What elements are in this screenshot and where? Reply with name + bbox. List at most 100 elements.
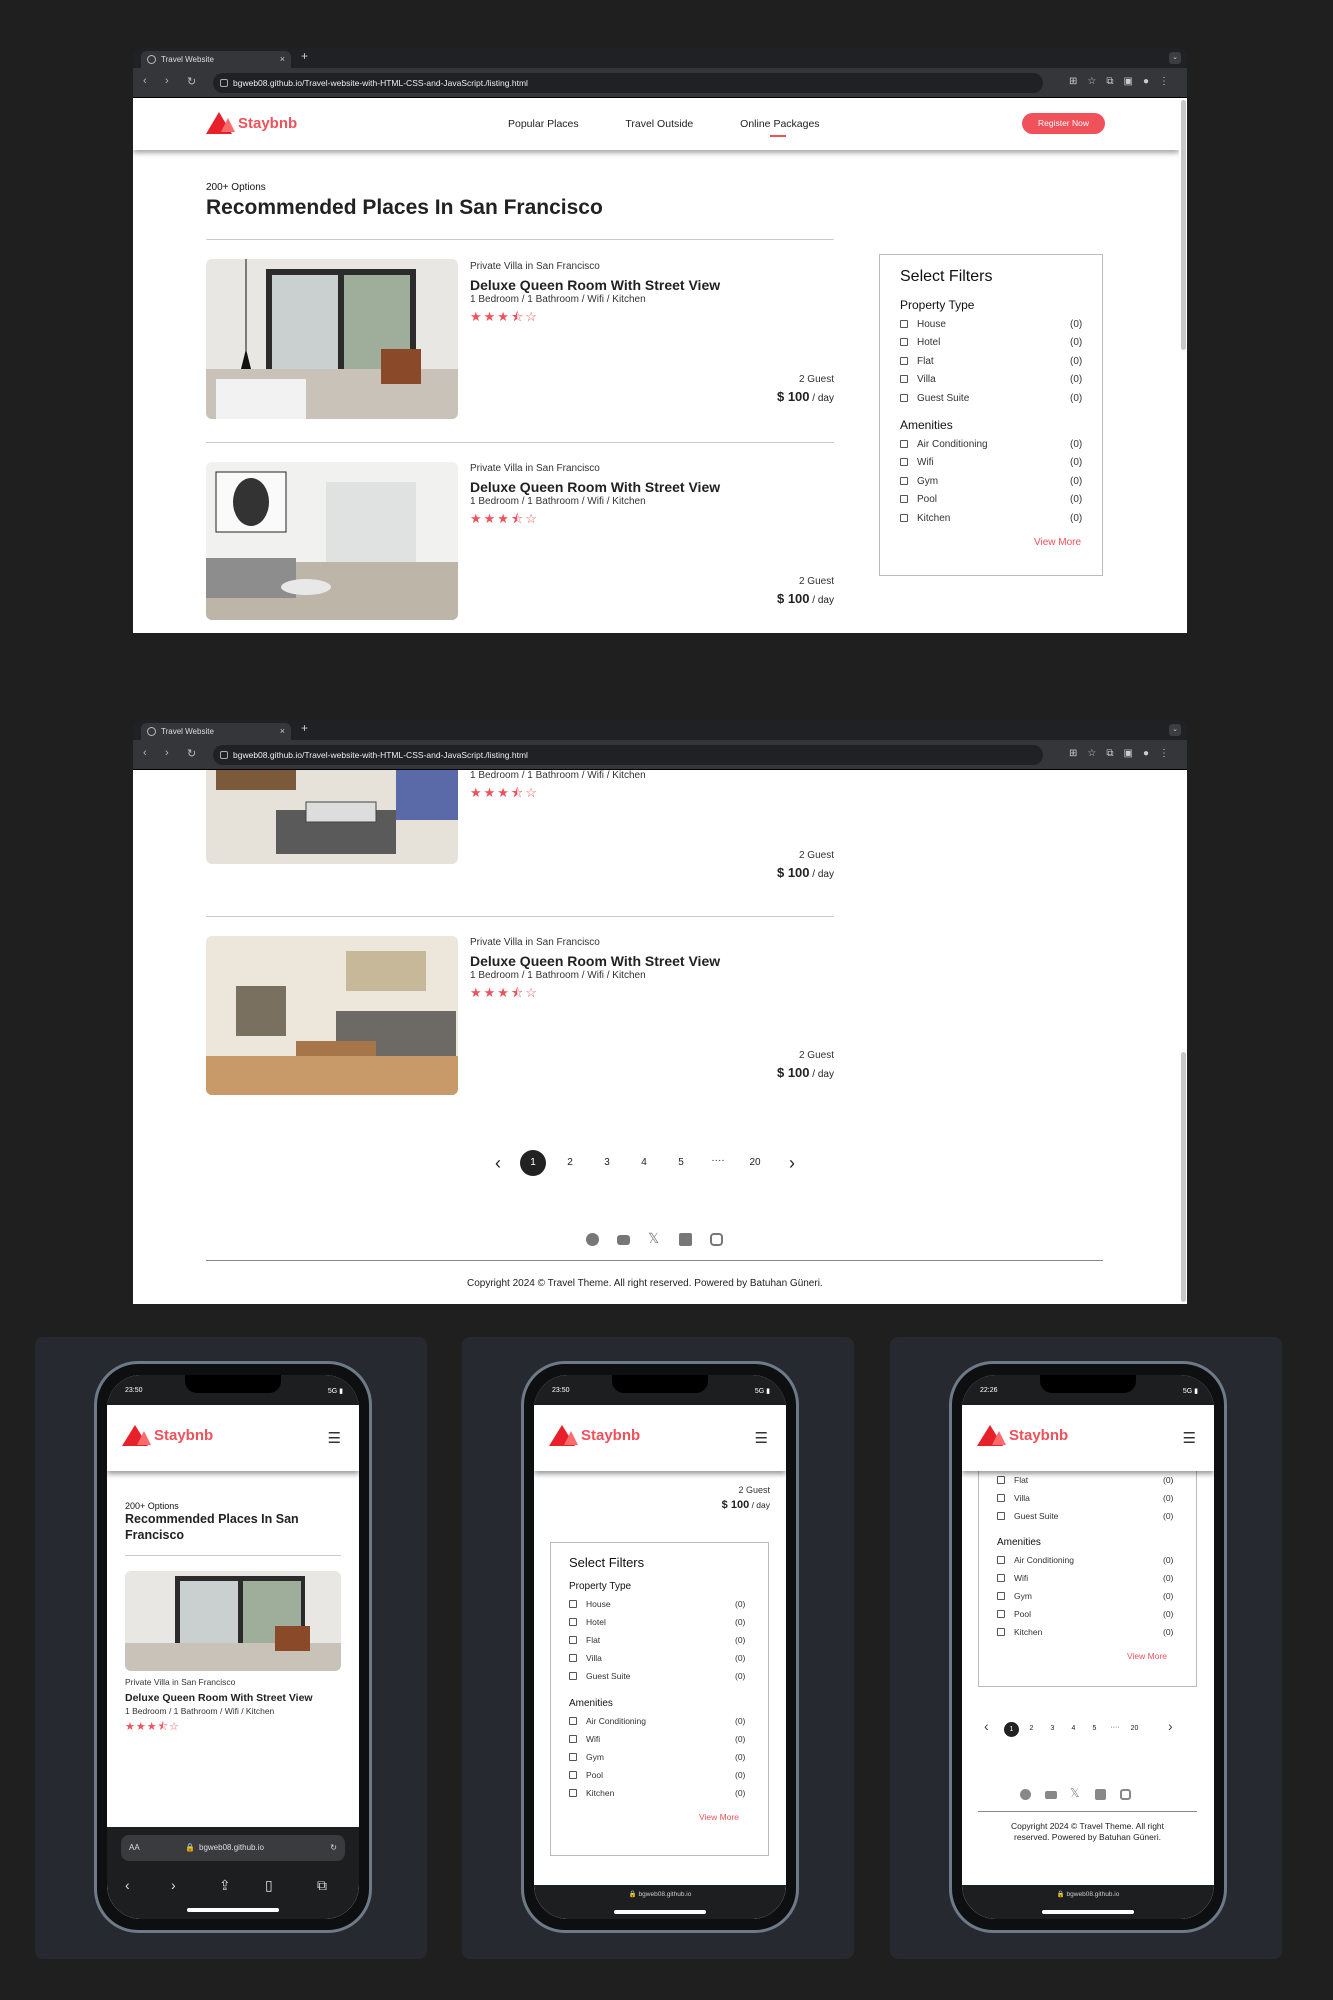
- checkbox[interactable]: [900, 357, 908, 365]
- page-1[interactable]: 1: [1004, 1722, 1019, 1737]
- page-20[interactable]: 20: [742, 1150, 768, 1176]
- filter-wifi[interactable]: Wifi: [569, 1734, 600, 1744]
- checkbox[interactable]: [569, 1600, 577, 1608]
- filter-pool[interactable]: Pool: [997, 1609, 1031, 1619]
- youtube-icon[interactable]: [1045, 1791, 1057, 1799]
- checkbox[interactable]: [569, 1618, 577, 1626]
- listing-title[interactable]: Deluxe Queen Room With Street View: [470, 277, 720, 293]
- filter-wifi[interactable]: Wifi: [997, 1573, 1028, 1583]
- prev-page-icon[interactable]: ‹: [485, 1150, 511, 1176]
- checkbox[interactable]: [900, 320, 908, 328]
- linkedin-icon[interactable]: [679, 1233, 692, 1246]
- logo[interactable]: Staybnb: [549, 1425, 640, 1446]
- reader-aa-button[interactable]: AA: [129, 1835, 140, 1861]
- next-page-icon[interactable]: ›: [779, 1150, 805, 1176]
- forward-button[interactable]: ›: [165, 75, 169, 87]
- safari-domain[interactable]: 🔒 bgweb08.github.io: [629, 1891, 692, 1898]
- share-icon[interactable]: ⇪: [219, 1877, 231, 1894]
- filter-villa[interactable]: Villa: [569, 1653, 602, 1663]
- checkbox[interactable]: [900, 375, 908, 383]
- filter-wifi[interactable]: Wifi: [900, 457, 934, 468]
- view-more-link[interactable]: View More: [699, 1812, 739, 1822]
- view-more-link[interactable]: View More: [1034, 537, 1081, 548]
- filter-air-conditioning[interactable]: Air Conditioning: [900, 439, 988, 450]
- listing-title[interactable]: Deluxe Queen Room With Street View: [470, 953, 720, 969]
- listing-title[interactable]: Deluxe Queen Room With Street View: [125, 1692, 313, 1704]
- checkbox[interactable]: [569, 1789, 577, 1797]
- filter-guest-suite[interactable]: Guest Suite: [900, 393, 969, 404]
- checkbox[interactable]: [997, 1494, 1005, 1502]
- filter-house[interactable]: House: [900, 319, 946, 330]
- checkbox[interactable]: [997, 1610, 1005, 1618]
- filter-hotel[interactable]: Hotel: [569, 1617, 606, 1627]
- listing-image[interactable]: [206, 770, 458, 864]
- page-2[interactable]: 2: [557, 1150, 583, 1176]
- reload-button[interactable]: ↻: [187, 747, 196, 760]
- filter-gym[interactable]: Gym: [997, 1591, 1032, 1601]
- listing-image[interactable]: [206, 462, 458, 620]
- checkbox[interactable]: [569, 1672, 577, 1680]
- checkbox[interactable]: [900, 338, 908, 346]
- filter-air-conditioning[interactable]: Air Conditioning: [997, 1555, 1074, 1565]
- tab-close-icon[interactable]: ×: [280, 51, 285, 68]
- checkbox[interactable]: [569, 1735, 577, 1743]
- page-5[interactable]: 5: [1087, 1725, 1102, 1732]
- x-icon[interactable]: 𝕏: [1070, 1786, 1080, 1800]
- scrollbar-thumb[interactable]: [1181, 1052, 1186, 1302]
- forward-button[interactable]: ›: [165, 747, 169, 759]
- new-tab-button[interactable]: +: [301, 721, 308, 735]
- filter-flat[interactable]: Flat: [997, 1475, 1028, 1485]
- scrollbar[interactable]: [1179, 98, 1187, 633]
- logo[interactable]: Staybnb: [122, 1425, 213, 1446]
- hamburger-menu-icon[interactable]: ☰: [755, 1429, 768, 1447]
- checkbox[interactable]: [997, 1592, 1005, 1600]
- logo[interactable]: Staybnb: [977, 1425, 1068, 1446]
- checkbox[interactable]: [900, 440, 908, 448]
- x-icon[interactable]: 𝕏: [648, 1230, 659, 1247]
- reload-icon[interactable]: ↻: [330, 1835, 337, 1861]
- forward-icon[interactable]: ›: [171, 1877, 176, 1893]
- listing-title[interactable]: Deluxe Queen Room With Street View: [470, 479, 720, 495]
- page-4[interactable]: 4: [1066, 1725, 1081, 1732]
- listing-image[interactable]: [206, 259, 458, 419]
- filter-hotel[interactable]: Hotel: [900, 337, 940, 348]
- tabs-icon[interactable]: ⧉: [317, 1877, 327, 1894]
- toolbar-icons[interactable]: ⊞☆⧉▣●⋮: [1069, 748, 1179, 759]
- back-icon[interactable]: ‹: [125, 1877, 130, 1893]
- filter-villa[interactable]: Villa: [900, 374, 936, 385]
- nav-popular-places[interactable]: Popular Places: [508, 118, 579, 130]
- listing-image[interactable]: [206, 936, 458, 1095]
- page-3[interactable]: 3: [1045, 1725, 1060, 1732]
- prev-page-icon[interactable]: ‹: [984, 1718, 989, 1734]
- browser-tab[interactable]: Travel Website ×: [141, 51, 291, 68]
- filter-gym[interactable]: Gym: [569, 1752, 604, 1762]
- checkbox[interactable]: [997, 1628, 1005, 1636]
- site-info-icon[interactable]: [220, 751, 228, 759]
- safari-domain[interactable]: 🔒 bgweb08.github.io: [1057, 1891, 1120, 1898]
- back-button[interactable]: ‹: [143, 747, 147, 759]
- filter-villa[interactable]: Villa: [997, 1493, 1030, 1503]
- tab-close-icon[interactable]: ×: [280, 723, 285, 740]
- listing-image[interactable]: [125, 1571, 341, 1671]
- bookmarks-icon[interactable]: ▯: [265, 1877, 273, 1894]
- checkbox[interactable]: [569, 1771, 577, 1779]
- filter-house[interactable]: House: [569, 1599, 611, 1609]
- view-more-link[interactable]: View More: [1127, 1651, 1167, 1661]
- hamburger-menu-icon[interactable]: ☰: [1183, 1429, 1196, 1447]
- site-info-icon[interactable]: [220, 79, 228, 87]
- checkbox[interactable]: [900, 477, 908, 485]
- facebook-icon[interactable]: [586, 1233, 599, 1246]
- filter-guest-suite[interactable]: Guest Suite: [569, 1671, 630, 1681]
- browser-tab[interactable]: Travel Website ×: [141, 723, 291, 740]
- checkbox[interactable]: [569, 1717, 577, 1725]
- checkbox[interactable]: [997, 1512, 1005, 1520]
- youtube-icon[interactable]: [617, 1235, 630, 1245]
- checkbox[interactable]: [569, 1636, 577, 1644]
- facebook-icon[interactable]: [1020, 1789, 1031, 1800]
- url-field[interactable]: bgweb08.github.io/Travel-website-with-HT…: [213, 73, 1043, 93]
- checkbox[interactable]: [569, 1654, 577, 1662]
- linkedin-icon[interactable]: [1095, 1789, 1106, 1800]
- page-2[interactable]: 2: [1024, 1725, 1039, 1732]
- back-button[interactable]: ‹: [143, 75, 147, 87]
- logo[interactable]: Staybnb: [206, 112, 297, 134]
